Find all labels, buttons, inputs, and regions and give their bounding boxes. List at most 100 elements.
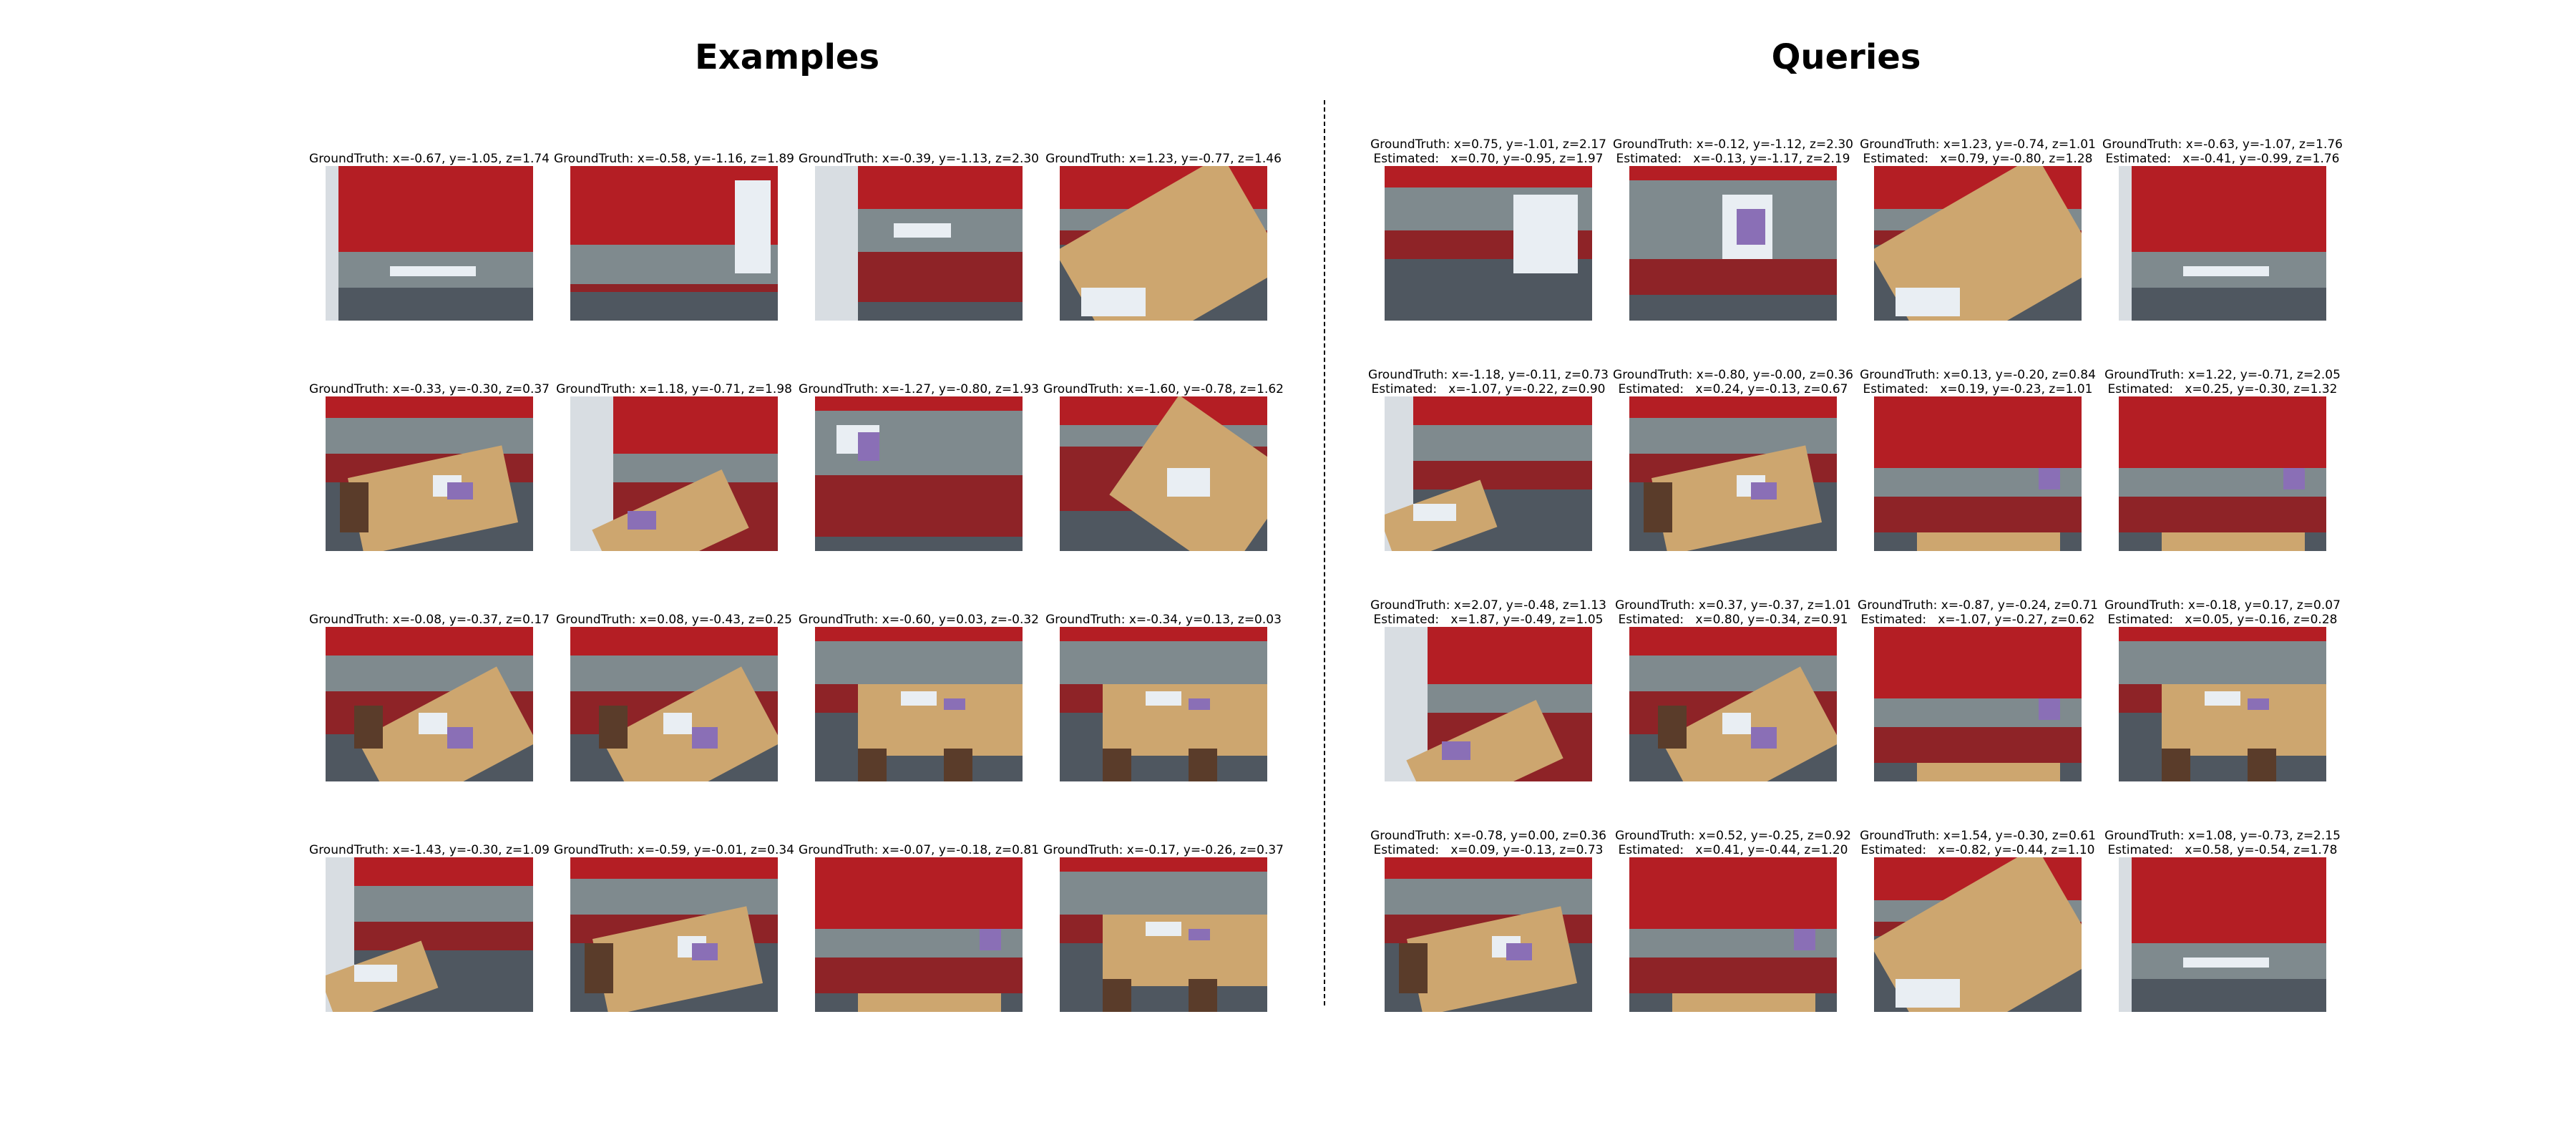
scene-thumbnail [326,627,533,781]
scene-thumbnail [1874,857,2082,1012]
scene-thumbnail [1629,166,1837,321]
examples-cell: GroundTruth: x=-0.34, y=0.13, z=0.03 [1035,595,1292,781]
scene-thumbnail [1629,627,1837,781]
scene-thumbnail [1874,396,2082,551]
queries-cell: GroundTruth: x=-0.80, y=-0.00, z=0.36 Est… [1604,365,1862,551]
queries-cell: GroundTruth: x=-1.18, y=-0.11, z=0.73 Est… [1360,365,1617,551]
ground-truth-text: GroundTruth: x=-0.33, y=-0.30, z=0.37 [309,382,550,396]
ground-truth-text: GroundTruth: x=-0.80, y=-0.00, z=0.36 [1613,368,1853,382]
pose-caption: GroundTruth: x=0.52, y=-0.25, z=0.92 Esti… [1604,826,1862,857]
pose-caption: GroundTruth: x=1.18, y=-0.71, z=1.98 [545,365,803,396]
pose-caption: GroundTruth: x=-0.18, y=0.17, z=0.07 Esti… [2094,595,2351,627]
examples-cell: GroundTruth: x=-0.67, y=-1.05, z=1.74 [301,135,558,321]
ground-truth-text: GroundTruth: x=-0.78, y=0.00, z=0.36 [1370,829,1606,843]
scene-thumbnail [1060,166,1267,321]
scene-thumbnail [1385,396,1592,551]
scene-thumbnail [1874,166,2082,321]
queries-cell: GroundTruth: x=2.07, y=-0.48, z=1.13 Esti… [1360,595,1617,781]
queries-cell: GroundTruth: x=1.22, y=-0.71, z=2.05 Esti… [2094,365,2351,551]
pose-caption: GroundTruth: x=-0.08, y=-0.37, z=0.17 [301,595,558,627]
estimated-text: Estimated: x=0.24, y=-0.13, z=0.67 [1618,382,1848,396]
pose-caption: GroundTruth: x=-1.60, y=-0.78, z=1.62 [1035,365,1292,396]
pose-caption: GroundTruth: x=-0.78, y=0.00, z=0.36 Esti… [1360,826,1617,857]
examples-cell: GroundTruth: x=1.23, y=-0.77, z=1.46 [1035,135,1292,321]
examples-cell: GroundTruth: x=1.18, y=-0.71, z=1.98 [545,365,803,551]
queries-cell: GroundTruth: x=1.23, y=-0.74, z=1.01 Esti… [1849,135,2107,321]
ground-truth-text: GroundTruth: x=1.18, y=-0.71, z=1.98 [556,382,792,396]
queries-cell: GroundTruth: x=-0.63, y=-1.07, z=1.76 Est… [2094,135,2351,321]
scene-thumbnail [815,627,1023,781]
pose-caption: GroundTruth: x=-0.80, y=-0.00, z=0.36 Est… [1604,365,1862,396]
estimated-text: Estimated: x=0.70, y=-0.95, z=1.97 [1373,152,1604,166]
ground-truth-text: GroundTruth: x=2.07, y=-0.48, z=1.13 [1370,598,1606,613]
ground-truth-text: GroundTruth: x=1.08, y=-0.73, z=2.15 [2104,829,2341,843]
ground-truth-text: GroundTruth: x=0.08, y=-0.43, z=0.25 [556,613,792,627]
pose-caption: GroundTruth: x=1.22, y=-0.71, z=2.05 Esti… [2094,365,2351,396]
queries-cell: GroundTruth: x=0.52, y=-0.25, z=0.92 Esti… [1604,826,1862,1012]
scene-thumbnail [2119,166,2326,321]
pose-caption: GroundTruth: x=0.08, y=-0.43, z=0.25 [545,595,803,627]
queries-cell: GroundTruth: x=0.75, y=-1.01, z=2.17 Esti… [1360,135,1617,321]
pose-caption: GroundTruth: x=-1.18, y=-0.11, z=0.73 Est… [1360,365,1617,396]
ground-truth-text: GroundTruth: x=-0.58, y=-1.16, z=1.89 [554,152,794,166]
scene-thumbnail [570,627,778,781]
scene-thumbnail [326,166,533,321]
estimated-text: Estimated: x=-0.13, y=-1.17, z=2.19 [1616,152,1850,166]
pose-caption: GroundTruth: x=0.13, y=-0.20, z=0.84 Esti… [1849,365,2107,396]
scene-thumbnail [1874,627,2082,781]
estimated-text: Estimated: x=0.05, y=-0.16, z=0.28 [2107,613,2338,627]
scene-thumbnail [2119,857,2326,1012]
scene-thumbnail [815,166,1023,321]
pose-caption: GroundTruth: x=-0.34, y=0.13, z=0.03 [1035,595,1292,627]
examples-cell: GroundTruth: x=-0.60, y=0.03, z=-0.32 [790,595,1048,781]
scene-thumbnail [1385,627,1592,781]
estimated-text: Estimated: x=0.80, y=-0.34, z=0.91 [1618,613,1848,627]
ground-truth-text: GroundTruth: x=1.23, y=-0.77, z=1.46 [1045,152,1282,166]
examples-title: Examples [694,37,880,77]
scene-thumbnail [815,396,1023,551]
scene-thumbnail [570,166,778,321]
scene-thumbnail [570,396,778,551]
scene-thumbnail [1385,166,1592,321]
estimated-text: Estimated: x=-1.07, y=-0.27, z=0.62 [1860,613,2095,627]
ground-truth-text: GroundTruth: x=0.75, y=-1.01, z=2.17 [1370,137,1606,152]
examples-cell: GroundTruth: x=-1.43, y=-0.30, z=1.09 [301,826,558,1012]
pose-caption: GroundTruth: x=-0.63, y=-1.07, z=1.76 Est… [2094,135,2351,166]
pose-caption: GroundTruth: x=0.37, y=-0.37, z=1.01 Esti… [1604,595,1862,627]
queries-cell: GroundTruth: x=0.13, y=-0.20, z=0.84 Esti… [1849,365,2107,551]
estimated-text: Estimated: x=0.25, y=-0.30, z=1.32 [2107,382,2338,396]
estimated-text: Estimated: x=1.87, y=-0.49, z=1.05 [1373,613,1604,627]
ground-truth-text: GroundTruth: x=-0.07, y=-0.18, z=0.81 [799,843,1039,857]
ground-truth-text: GroundTruth: x=-0.17, y=-0.26, z=0.37 [1043,843,1284,857]
scene-thumbnail [2119,396,2326,551]
pose-caption: GroundTruth: x=1.23, y=-0.77, z=1.46 [1035,135,1292,166]
examples-cell: GroundTruth: x=0.08, y=-0.43, z=0.25 [545,595,803,781]
examples-cell: GroundTruth: x=-0.08, y=-0.37, z=0.17 [301,595,558,781]
queries-cell: GroundTruth: x=1.54, y=-0.30, z=0.61 Esti… [1849,826,2107,1012]
pose-caption: GroundTruth: x=-0.58, y=-1.16, z=1.89 [545,135,803,166]
ground-truth-text: GroundTruth: x=-0.08, y=-0.37, z=0.17 [309,613,550,627]
scene-thumbnail [1060,857,1267,1012]
ground-truth-text: GroundTruth: x=-0.18, y=0.17, z=0.07 [2104,598,2341,613]
examples-cell: GroundTruth: x=-1.27, y=-0.80, z=1.93 [790,365,1048,551]
scene-thumbnail [815,857,1023,1012]
pose-caption: GroundTruth: x=-0.17, y=-0.26, z=0.37 [1035,826,1292,857]
queries-cell: GroundTruth: x=-0.87, y=-0.24, z=0.71 Est… [1849,595,2107,781]
pose-caption: GroundTruth: x=0.75, y=-1.01, z=2.17 Esti… [1360,135,1617,166]
ground-truth-text: GroundTruth: x=1.54, y=-0.30, z=0.61 [1860,829,2096,843]
pose-caption: GroundTruth: x=1.08, y=-0.73, z=2.15 Esti… [2094,826,2351,857]
queries-cell: GroundTruth: x=1.08, y=-0.73, z=2.15 Esti… [2094,826,2351,1012]
examples-cell: GroundTruth: x=-0.39, y=-1.13, z=2.30 [790,135,1048,321]
queries-cell: GroundTruth: x=-0.18, y=0.17, z=0.07 Esti… [2094,595,2351,781]
ground-truth-text: GroundTruth: x=1.22, y=-0.71, z=2.05 [2104,368,2341,382]
estimated-text: Estimated: x=0.19, y=-0.23, z=1.01 [1863,382,2093,396]
queries-cell: GroundTruth: x=-0.12, y=-1.12, z=2.30 Est… [1604,135,1862,321]
ground-truth-text: GroundTruth: x=-1.43, y=-0.30, z=1.09 [309,843,550,857]
examples-cell: GroundTruth: x=-0.59, y=-0.01, z=0.34 [545,826,803,1012]
ground-truth-text: GroundTruth: x=-0.59, y=-0.01, z=0.34 [554,843,794,857]
pose-caption: GroundTruth: x=-0.39, y=-1.13, z=2.30 [790,135,1048,166]
ground-truth-text: GroundTruth: x=0.52, y=-0.25, z=0.92 [1615,829,1851,843]
pose-caption: GroundTruth: x=-1.27, y=-0.80, z=1.93 [790,365,1048,396]
ground-truth-text: GroundTruth: x=-0.87, y=-0.24, z=0.71 [1858,598,2098,613]
ground-truth-text: GroundTruth: x=-0.34, y=0.13, z=0.03 [1045,613,1282,627]
